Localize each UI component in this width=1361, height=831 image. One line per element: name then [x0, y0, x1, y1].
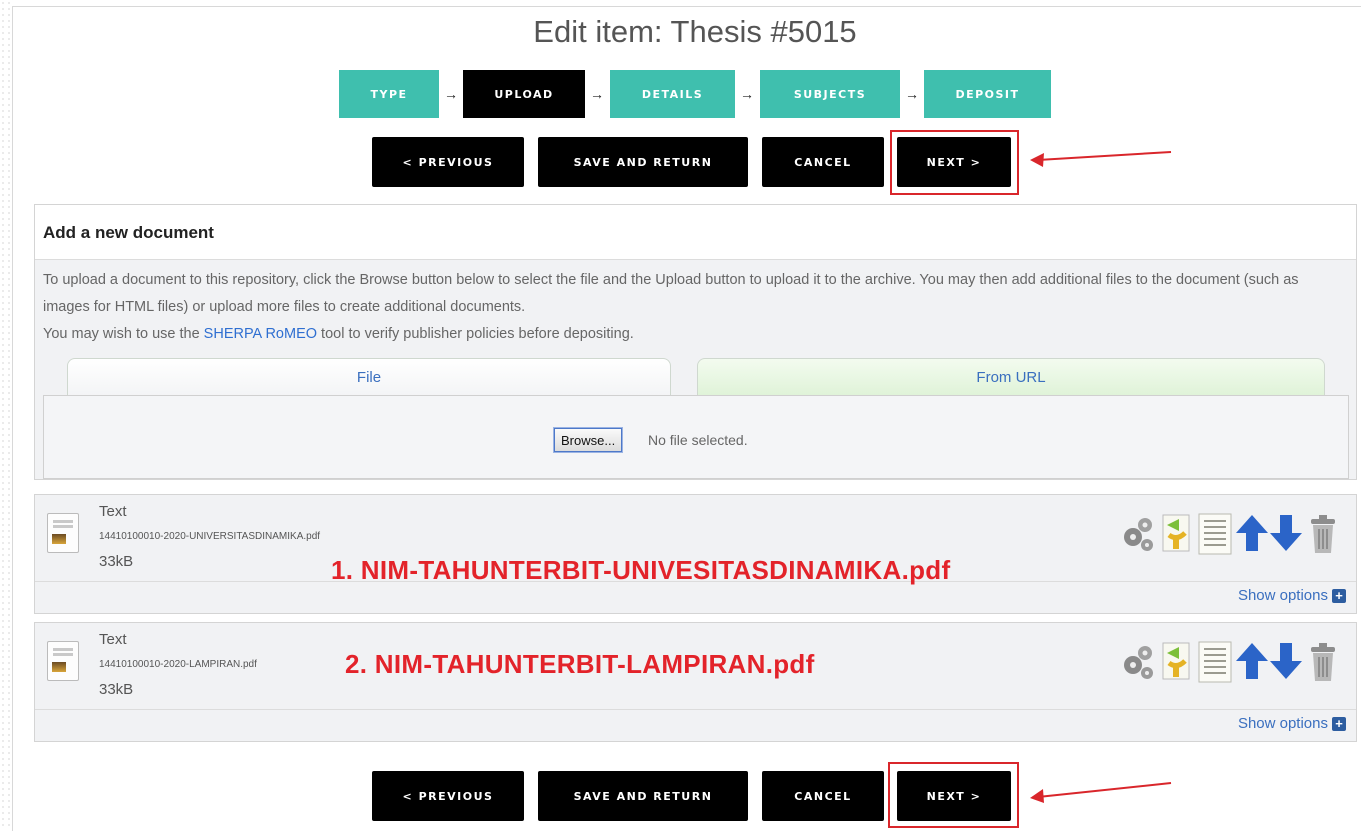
document-size: 33kB	[99, 553, 134, 570]
document-list-icon[interactable]	[1197, 641, 1233, 688]
show-options-label: Show options	[1237, 587, 1328, 604]
step-upload[interactable]: UPLOAD	[463, 70, 585, 118]
filename-annotation: 1. NIM-TAHUNTERBIT-UNIVESITASDINAMIKA.pd…	[331, 555, 951, 585]
arrow-down-icon[interactable]	[1269, 513, 1303, 558]
step-type[interactable]: TYPE	[339, 70, 439, 118]
add-document-panel: Add a new document To upload a document …	[34, 204, 1357, 480]
gears-icon[interactable]	[1121, 513, 1155, 558]
previous-button[interactable]: < PREVIOUS	[372, 137, 524, 187]
cancel-button[interactable]: CANCEL	[762, 771, 884, 821]
document-type: Text	[99, 503, 127, 520]
instructions-sherpa: You may wish to use the SHERPA RoMEO too…	[43, 321, 1343, 348]
gears-icon[interactable]	[1121, 641, 1155, 686]
panel-heading: Add a new document	[43, 223, 214, 242]
update-icon[interactable]	[1159, 641, 1195, 686]
arrow-down-icon[interactable]	[1269, 641, 1303, 686]
document-thumbnail-icon	[47, 513, 79, 553]
instructions-text: tool to verify publisher policies before…	[317, 326, 634, 342]
tab-file[interactable]: File	[67, 358, 671, 396]
document-type: Text	[99, 631, 127, 648]
step-arrow-icon: →	[590, 86, 604, 102]
highlight-box	[888, 762, 1019, 828]
arrow-up-icon[interactable]	[1235, 513, 1269, 558]
panel-header: Add a new document	[35, 205, 1356, 260]
document-item: Text 14410100010-2020-LAMPIRAN.pdf 33kB …	[34, 622, 1357, 742]
document-list-icon[interactable]	[1197, 513, 1233, 560]
update-icon[interactable]	[1159, 513, 1195, 558]
trash-icon[interactable]	[1307, 513, 1339, 560]
step-arrow-icon: →	[905, 86, 919, 102]
cancel-button[interactable]: CANCEL	[762, 137, 884, 187]
step-arrow-icon: →	[444, 86, 458, 102]
filename-annotation: 2. NIM-TAHUNTERBIT-LAMPIRAN.pdf	[345, 649, 815, 679]
document-thumbnail-icon	[47, 641, 79, 681]
save-and-return-button[interactable]: SAVE AND RETURN	[538, 137, 748, 187]
document-size: 33kB	[99, 681, 134, 698]
page-title: Edit item: Thesis #5015	[533, 14, 857, 49]
instructions-text: You may wish to use the	[43, 326, 204, 342]
sherpa-romeo-link[interactable]: SHERPA RoMEO	[204, 326, 317, 342]
document-filename[interactable]: 14410100010-2020-LAMPIRAN.pdf	[99, 659, 257, 670]
document-item: Text 14410100010-2020-UNIVERSITASDINAMIK…	[34, 494, 1357, 614]
step-subjects[interactable]: SUBJECTS	[760, 70, 900, 118]
trash-icon[interactable]	[1307, 641, 1339, 688]
file-upload-area: Browse... No file selected.	[43, 395, 1349, 479]
document-summary: Text 14410100010-2020-LAMPIRAN.pdf 33kB …	[35, 623, 1356, 710]
file-status: No file selected.	[648, 432, 748, 448]
red-arrow-icon	[1030, 782, 1172, 803]
step-deposit[interactable]: DEPOSIT	[924, 70, 1051, 118]
step-details[interactable]: DETAILS	[610, 70, 735, 118]
tab-from-url[interactable]: From URL	[697, 358, 1325, 396]
plus-icon: +	[1332, 716, 1346, 731]
document-filename[interactable]: 14410100010-2020-UNIVERSITASDINAMIKA.pdf	[99, 531, 320, 542]
instructions-text: To upload a document to this repository,…	[43, 272, 1299, 315]
show-options-label: Show options	[1237, 715, 1328, 732]
show-options-link[interactable]: Show options +	[1238, 587, 1346, 604]
page-background	[0, 0, 12, 830]
previous-button[interactable]: < PREVIOUS	[372, 771, 524, 821]
plus-icon: +	[1332, 588, 1346, 603]
browse-button[interactable]: Browse...	[552, 427, 624, 453]
upload-instructions: To upload a document to this repository,…	[43, 267, 1343, 348]
document-tools	[1121, 641, 1343, 683]
save-and-return-button[interactable]: SAVE AND RETURN	[538, 771, 748, 821]
highlight-box	[890, 130, 1019, 195]
step-arrow-icon: →	[740, 86, 754, 102]
arrow-up-icon[interactable]	[1235, 641, 1269, 686]
show-options-link[interactable]: Show options +	[1238, 715, 1346, 732]
document-summary: Text 14410100010-2020-UNIVERSITASDINAMIK…	[35, 495, 1356, 585]
red-arrow-icon	[1030, 151, 1172, 167]
document-tools	[1121, 513, 1343, 555]
